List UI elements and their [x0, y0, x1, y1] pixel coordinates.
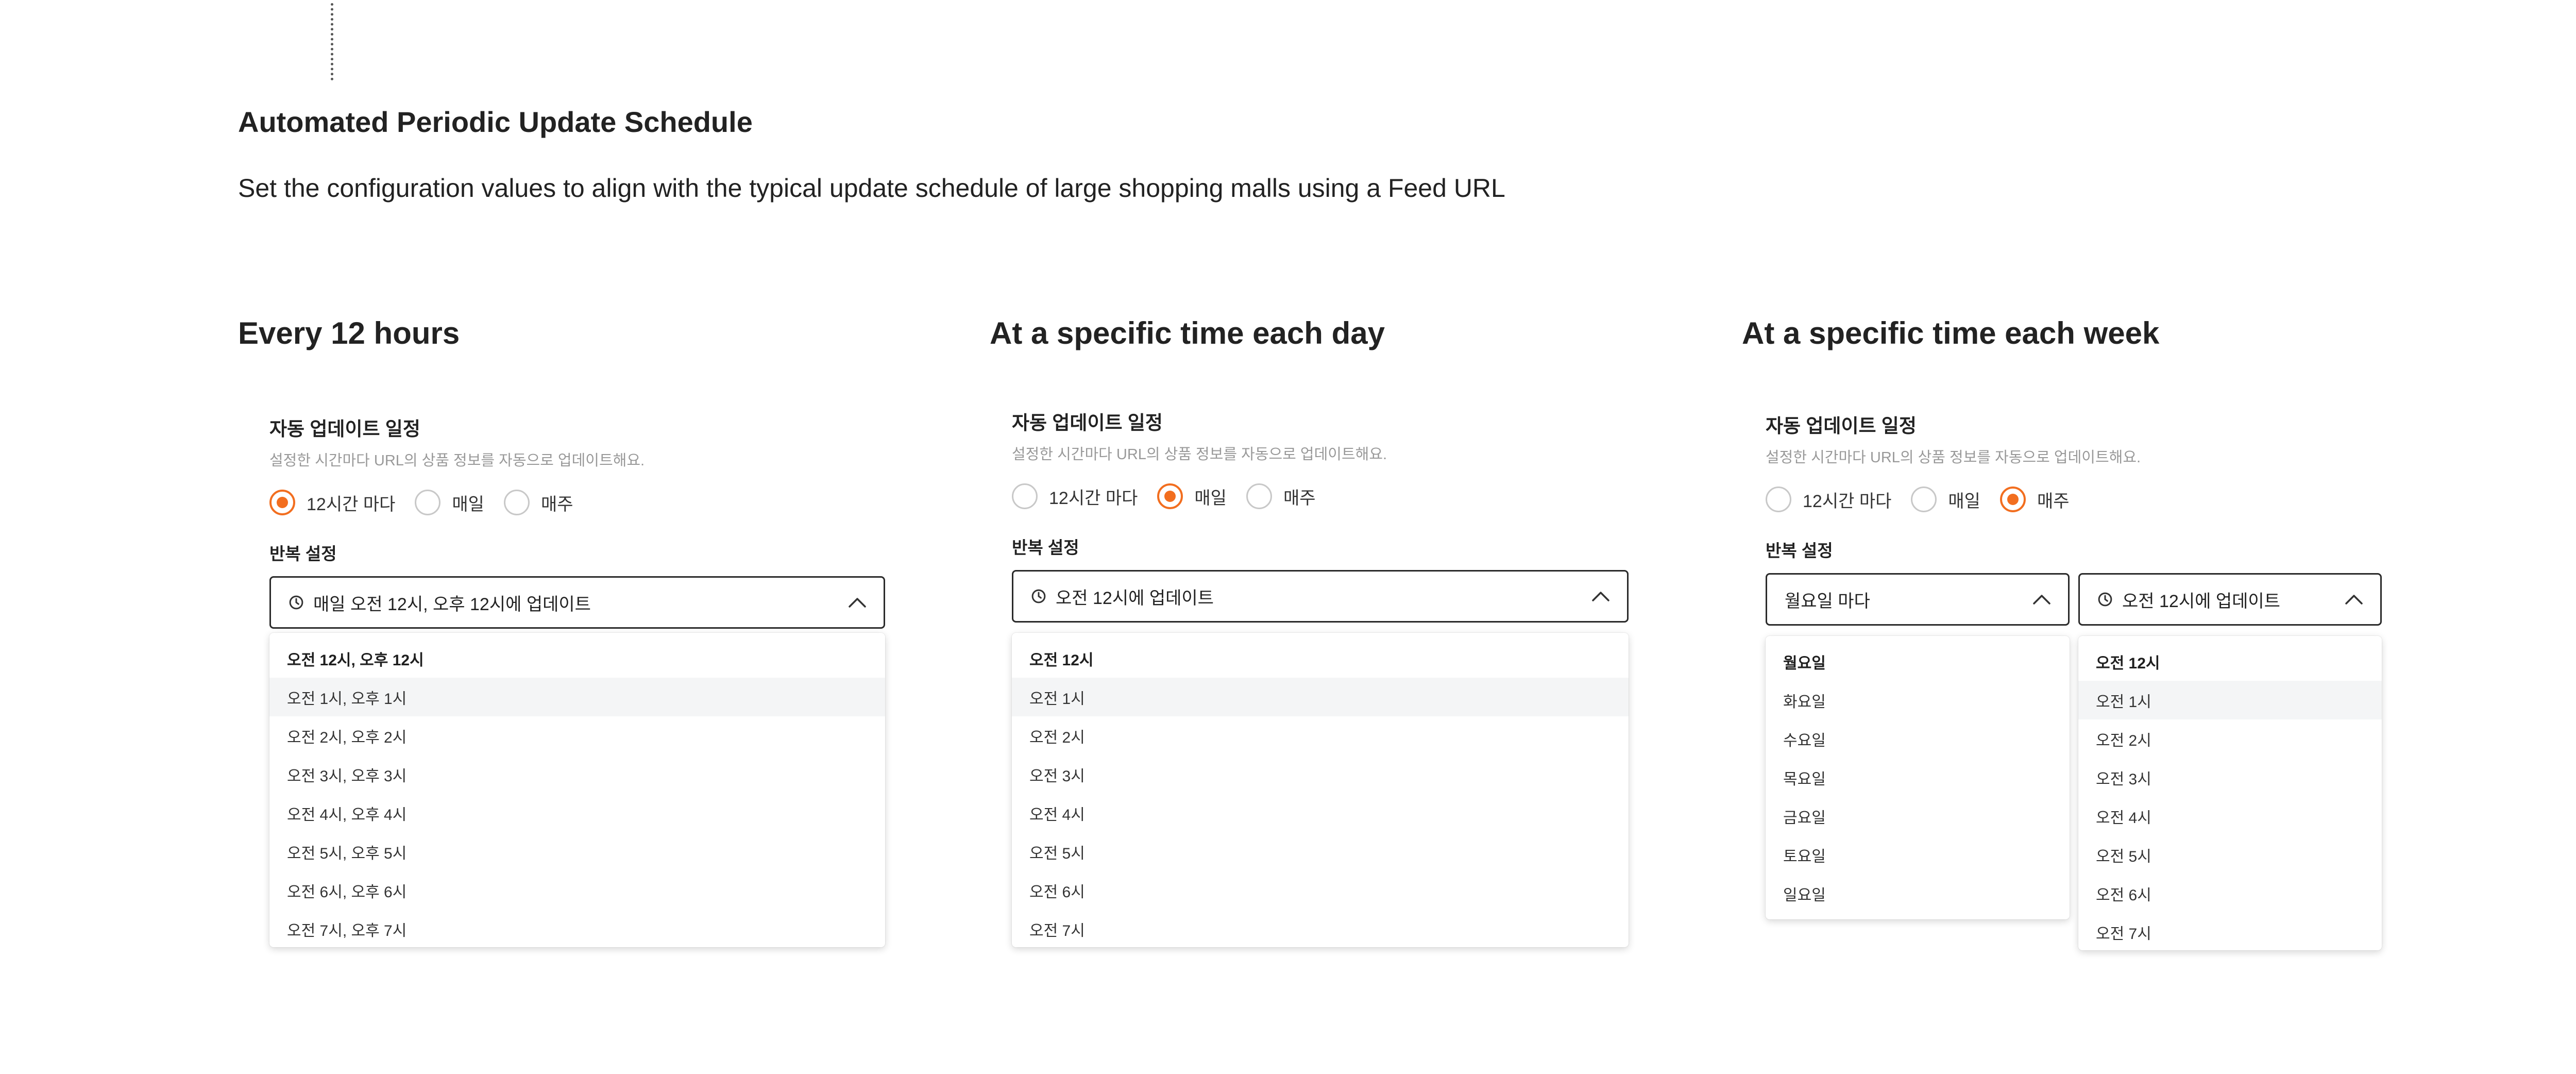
- dropdown-option[interactable]: 오전 6시: [2078, 874, 2382, 913]
- clock-icon: [1031, 589, 1046, 603]
- page-description: Set the configuration values to align wi…: [238, 174, 1505, 203]
- dropdown-option[interactable]: 오전 7시: [2078, 913, 2382, 950]
- chevron-up-icon: [1592, 592, 1609, 601]
- dropdown-option[interactable]: 수요일: [1766, 719, 2070, 758]
- select-value: 월요일 마다: [1785, 591, 1870, 611]
- dropdown-option[interactable]: 오전 5시, 오후 5시: [269, 832, 885, 871]
- dropdown-option[interactable]: 토요일: [1766, 835, 2070, 874]
- repeat-setting-label: 반복 설정: [1012, 538, 1079, 557]
- dropdown-option[interactable]: 오전 1시, 오후 1시: [269, 678, 885, 716]
- dropdown-option[interactable]: 금요일: [1766, 797, 2070, 835]
- radio-weekly[interactable]: 매주: [503, 490, 573, 515]
- radio-label: 12시간 마다: [307, 494, 396, 514]
- dropdown-option[interactable]: 목요일: [1766, 758, 2070, 797]
- form-description: 설정한 시간마다 URL의 상품 정보를 자동으로 업데이트해요.: [1766, 449, 2141, 466]
- radio-label: 12시간 마다: [1049, 488, 1138, 508]
- dropdown-option[interactable]: 오전 12시, 오후 12시: [269, 639, 885, 678]
- schedule-radio-group: 12시간 마다 매일 매주: [269, 490, 593, 515]
- dropdown-option[interactable]: 오전 2시: [1012, 716, 1629, 755]
- chevron-up-icon: [2345, 595, 2363, 605]
- time-select[interactable]: 매일 오전 12시, 오후 12시에 업데이트: [269, 576, 885, 629]
- form-title: 자동 업데이트 일정: [1766, 415, 1917, 437]
- chevron-up-icon: [2033, 595, 2050, 605]
- dropdown-option[interactable]: 오전 6시: [1012, 871, 1629, 910]
- radio-button[interactable]: [1246, 483, 1272, 509]
- radio-button[interactable]: [1911, 486, 1937, 512]
- form-title: 자동 업데이트 일정: [1012, 412, 1163, 433]
- repeat-setting-label: 반복 설정: [269, 544, 337, 563]
- column-heading-weekly: At a specific time each week: [1742, 316, 2160, 350]
- select-value: 오전 12시에 업데이트: [2122, 591, 2280, 611]
- radio-weekly[interactable]: 매주: [1999, 486, 2070, 512]
- day-dropdown-menu: 월요일 화요일 수요일 목요일 금요일 토요일 일요일: [1766, 636, 2070, 919]
- radio-daily[interactable]: 매일: [1911, 486, 1980, 512]
- dropdown-option[interactable]: 오전 6시, 오후 6시: [269, 871, 885, 910]
- form-description: 설정한 시간마다 URL의 상품 정보를 자동으로 업데이트해요.: [1012, 446, 1387, 463]
- dropdown-option[interactable]: 일요일: [1766, 874, 2070, 913]
- dropdown-option[interactable]: 오전 1시: [1012, 678, 1629, 716]
- radio-label: 매일: [452, 494, 484, 514]
- time-dropdown-menu: 오전 12시, 오후 12시 오전 1시, 오후 1시 오전 2시, 오후 2시…: [269, 633, 885, 947]
- dropdown-option[interactable]: 오전 1시: [2078, 681, 2382, 719]
- dropdown-option[interactable]: 오전 3시: [1012, 755, 1629, 794]
- radio-every-12-hours[interactable]: 12시간 마다: [269, 490, 395, 515]
- dropdown-option[interactable]: 오전 2시, 오후 2시: [269, 716, 885, 755]
- radio-button[interactable]: [1012, 483, 1038, 509]
- dropdown-option[interactable]: 오전 5시: [2078, 835, 2382, 874]
- radio-label: 매주: [2037, 491, 2070, 511]
- dropdown-option[interactable]: 오전 2시: [2078, 719, 2382, 758]
- radio-every-12-hours[interactable]: 12시간 마다: [1766, 486, 1891, 512]
- form-title: 자동 업데이트 일정: [269, 418, 420, 440]
- clock-icon: [2098, 592, 2112, 607]
- radio-weekly[interactable]: 매주: [1246, 483, 1316, 509]
- radio-label: 매주: [1283, 488, 1316, 508]
- page-title: Automated Periodic Update Schedule: [238, 106, 753, 138]
- radio-label: 12시간 마다: [1803, 491, 1892, 511]
- dropdown-option[interactable]: 오전 7시, 오후 7시: [269, 910, 885, 947]
- repeat-setting-label: 반복 설정: [1766, 541, 1833, 560]
- radio-button[interactable]: [269, 490, 295, 515]
- dropdown-option[interactable]: 오전 3시, 오후 3시: [269, 755, 885, 794]
- dropdown-option[interactable]: 화요일: [1766, 681, 2070, 719]
- dropdown-option[interactable]: 오전 4시, 오후 4시: [269, 794, 885, 832]
- radio-button[interactable]: [415, 490, 441, 515]
- day-select[interactable]: 월요일 마다: [1766, 573, 2070, 626]
- schedule-radio-group: 12시간 마다 매일 매주: [1766, 486, 2089, 512]
- radio-daily[interactable]: 매일: [415, 490, 484, 515]
- column-heading-daily: At a specific time each day: [990, 316, 1385, 350]
- radio-label: 매일: [1194, 488, 1227, 508]
- dropdown-option[interactable]: 오전 5시: [1012, 832, 1629, 871]
- dropdown-option[interactable]: 오전 4시: [1012, 794, 1629, 832]
- dropdown-option[interactable]: 오전 3시: [2078, 758, 2382, 797]
- dropdown-option[interactable]: 오전 12시: [1012, 639, 1629, 678]
- dropdown-option[interactable]: 월요일: [1766, 642, 2070, 681]
- connector-line: [331, 3, 333, 80]
- chevron-up-icon: [849, 598, 866, 608]
- dropdown-option[interactable]: 오전 4시: [2078, 797, 2382, 835]
- radio-daily[interactable]: 매일: [1157, 483, 1227, 509]
- form-description: 설정한 시간마다 URL의 상품 정보를 자동으로 업데이트해요.: [269, 452, 645, 469]
- select-value: 오전 12시에 업데이트: [1056, 588, 1214, 608]
- radio-label: 매주: [540, 494, 573, 514]
- time-select[interactable]: 오전 12시에 업데이트: [2078, 573, 2382, 626]
- clock-icon: [289, 595, 303, 610]
- radio-button[interactable]: [1766, 486, 1791, 512]
- time-dropdown-menu: 오전 12시 오전 1시 오전 2시 오전 3시 오전 4시 오전 5시 오전 …: [2078, 636, 2382, 950]
- select-value: 매일 오전 12시, 오후 12시에 업데이트: [313, 594, 591, 614]
- radio-button[interactable]: [1157, 483, 1183, 509]
- radio-button[interactable]: [1999, 486, 2026, 512]
- schedule-radio-group: 12시간 마다 매일 매주: [1012, 483, 1335, 509]
- radio-button[interactable]: [503, 490, 530, 515]
- radio-label: 매일: [1948, 491, 1980, 511]
- time-dropdown-menu: 오전 12시 오전 1시 오전 2시 오전 3시 오전 4시 오전 5시 오전 …: [1012, 633, 1629, 947]
- dropdown-option[interactable]: 오전 7시: [1012, 910, 1629, 947]
- dropdown-option[interactable]: 오전 12시: [2078, 642, 2382, 681]
- column-heading-every-12-hours: Every 12 hours: [238, 316, 460, 350]
- radio-every-12-hours[interactable]: 12시간 마다: [1012, 483, 1138, 509]
- time-select[interactable]: 오전 12시에 업데이트: [1012, 570, 1629, 623]
